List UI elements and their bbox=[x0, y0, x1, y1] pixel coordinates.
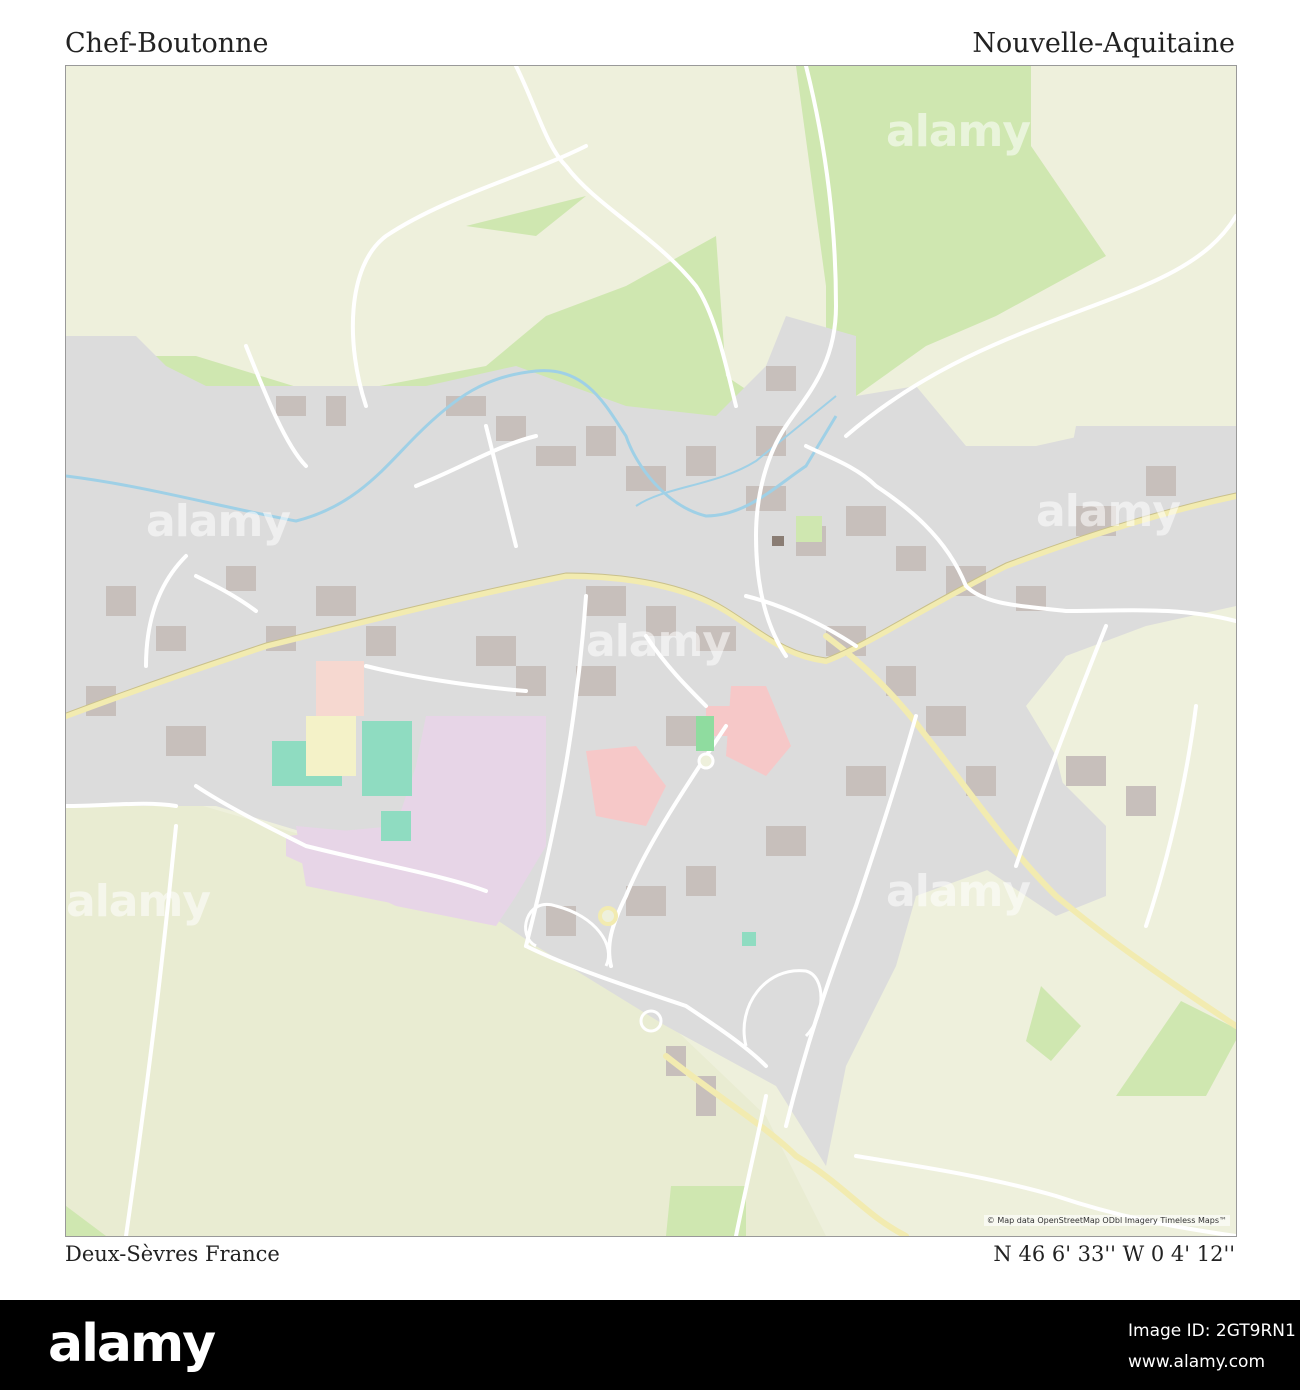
watermark-2: alamy bbox=[146, 496, 291, 547]
watermark-6: alamy bbox=[886, 866, 1031, 917]
market-stalls bbox=[696, 716, 714, 751]
map-attribution: © Map data OpenStreetMap ODbl Imagery Ti… bbox=[983, 1215, 1230, 1226]
watermark-3: alamy bbox=[586, 616, 731, 667]
map-frame[interactable]: alamy alamy alamy alamy alamy alamy © Ma… bbox=[65, 65, 1237, 1237]
alamy-bar: alamy Image ID: 2GT9RN1 www.alamy.com bbox=[0, 1300, 1300, 1390]
department-country: Deux-Sèvres France bbox=[65, 1242, 280, 1266]
red-zone-4 bbox=[316, 661, 364, 716]
roundabout-center bbox=[697, 752, 715, 770]
image-id: Image ID: 2GT9RN1 bbox=[1128, 1321, 1296, 1341]
watermark-1: alamy bbox=[886, 106, 1031, 157]
coordinates: N 46 6' 33'' W 0 4' 12'' bbox=[993, 1242, 1235, 1266]
sports-field-2 bbox=[362, 721, 412, 796]
region-title: Nouvelle-Aquitaine bbox=[972, 28, 1235, 59]
city-title: Chef-Boutonne bbox=[65, 28, 269, 59]
school-yard bbox=[306, 716, 356, 776]
watermark-5: alamy bbox=[66, 876, 211, 927]
church bbox=[772, 536, 784, 546]
roundabout-south bbox=[598, 906, 618, 926]
watermark-4: alamy bbox=[1036, 486, 1181, 537]
site-url[interactable]: www.alamy.com bbox=[1128, 1352, 1265, 1372]
sports-field-4 bbox=[742, 932, 756, 946]
meadow-south bbox=[666, 1186, 746, 1236]
sports-field-3 bbox=[381, 811, 411, 841]
place-malesherbes bbox=[796, 516, 822, 542]
alamy-logo[interactable]: alamy bbox=[48, 1314, 216, 1374]
